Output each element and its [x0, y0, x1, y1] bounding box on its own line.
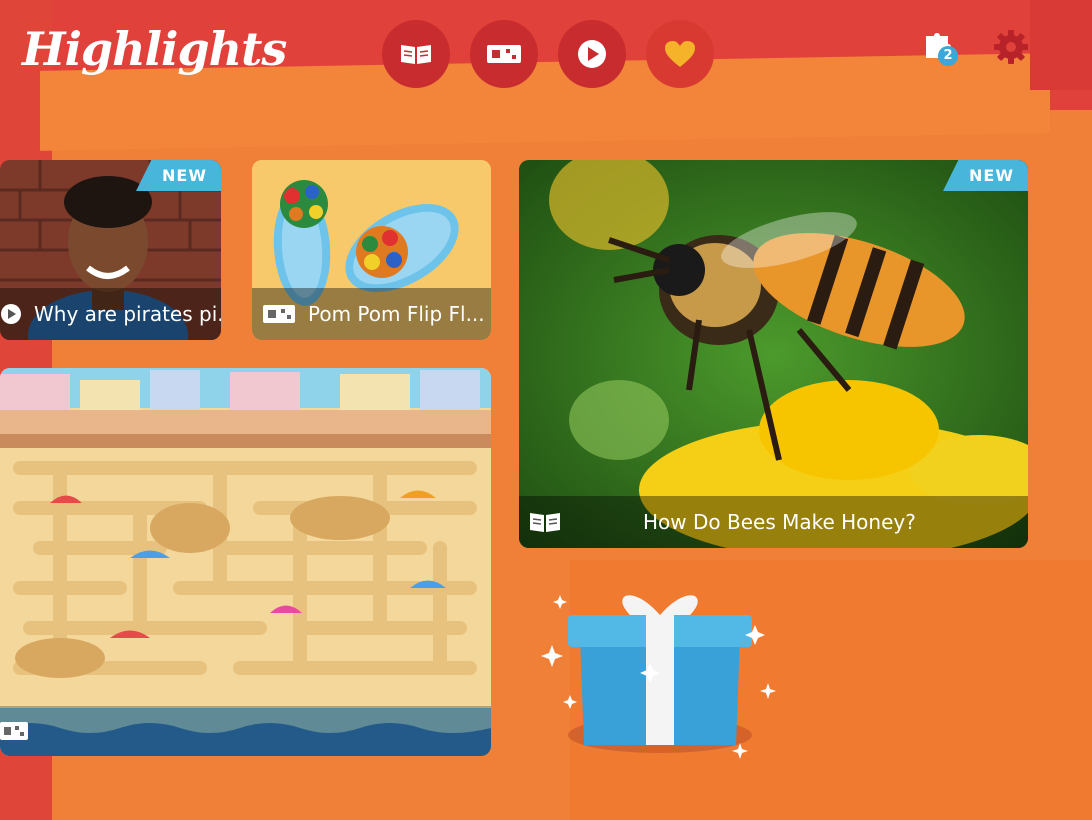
- book-icon: [530, 513, 560, 532]
- card-title: Why are pirates pi...: [34, 302, 221, 326]
- puzzle-card-icon: [263, 305, 295, 323]
- corner-shape: [1030, 0, 1092, 90]
- play-icon: [578, 40, 606, 68]
- card-caption: [0, 706, 491, 756]
- card-caption: How Do Bees Make Honey?: [519, 496, 1028, 548]
- main-nav: [382, 20, 714, 88]
- card-caption: Pom Pom Flip Fl...: [252, 288, 491, 340]
- heart-icon: [665, 41, 695, 67]
- gift-button[interactable]: [540, 585, 780, 769]
- app-logo: Highlights: [22, 22, 287, 76]
- settings-button[interactable]: [992, 28, 1030, 70]
- bee-photo-image: [519, 160, 1028, 548]
- book-icon: [401, 45, 431, 64]
- video-card-pirates[interactable]: NEW Why are pirates pi...: [0, 160, 221, 340]
- nav-stories-button[interactable]: [382, 20, 450, 88]
- puzzle-card-icon: [0, 722, 28, 740]
- puzzle-card-beach-maze[interactable]: [0, 368, 491, 756]
- puzzle-card-icon: [487, 45, 521, 63]
- card-title: Pom Pom Flip Fl...: [308, 302, 485, 326]
- gift-icon: [541, 595, 776, 759]
- nav-favorites-button[interactable]: [646, 20, 714, 88]
- puzzle-count-badge: 2: [938, 46, 958, 66]
- gear-icon: [994, 30, 1028, 64]
- card-caption: Why are pirates pi...: [0, 288, 221, 340]
- beach-maze-image: [0, 368, 491, 756]
- card-title: How Do Bees Make Honey?: [643, 510, 916, 534]
- puzzle-pieces-button[interactable]: 2: [922, 28, 962, 68]
- nav-videos-button[interactable]: [558, 20, 626, 88]
- story-card-bees[interactable]: NEW How Do Bees Make Honey?: [519, 160, 1028, 548]
- nav-puzzles-button[interactable]: [470, 20, 538, 88]
- play-icon: [1, 304, 21, 324]
- craft-card-flipflops[interactable]: Pom Pom Flip Fl...: [252, 160, 491, 340]
